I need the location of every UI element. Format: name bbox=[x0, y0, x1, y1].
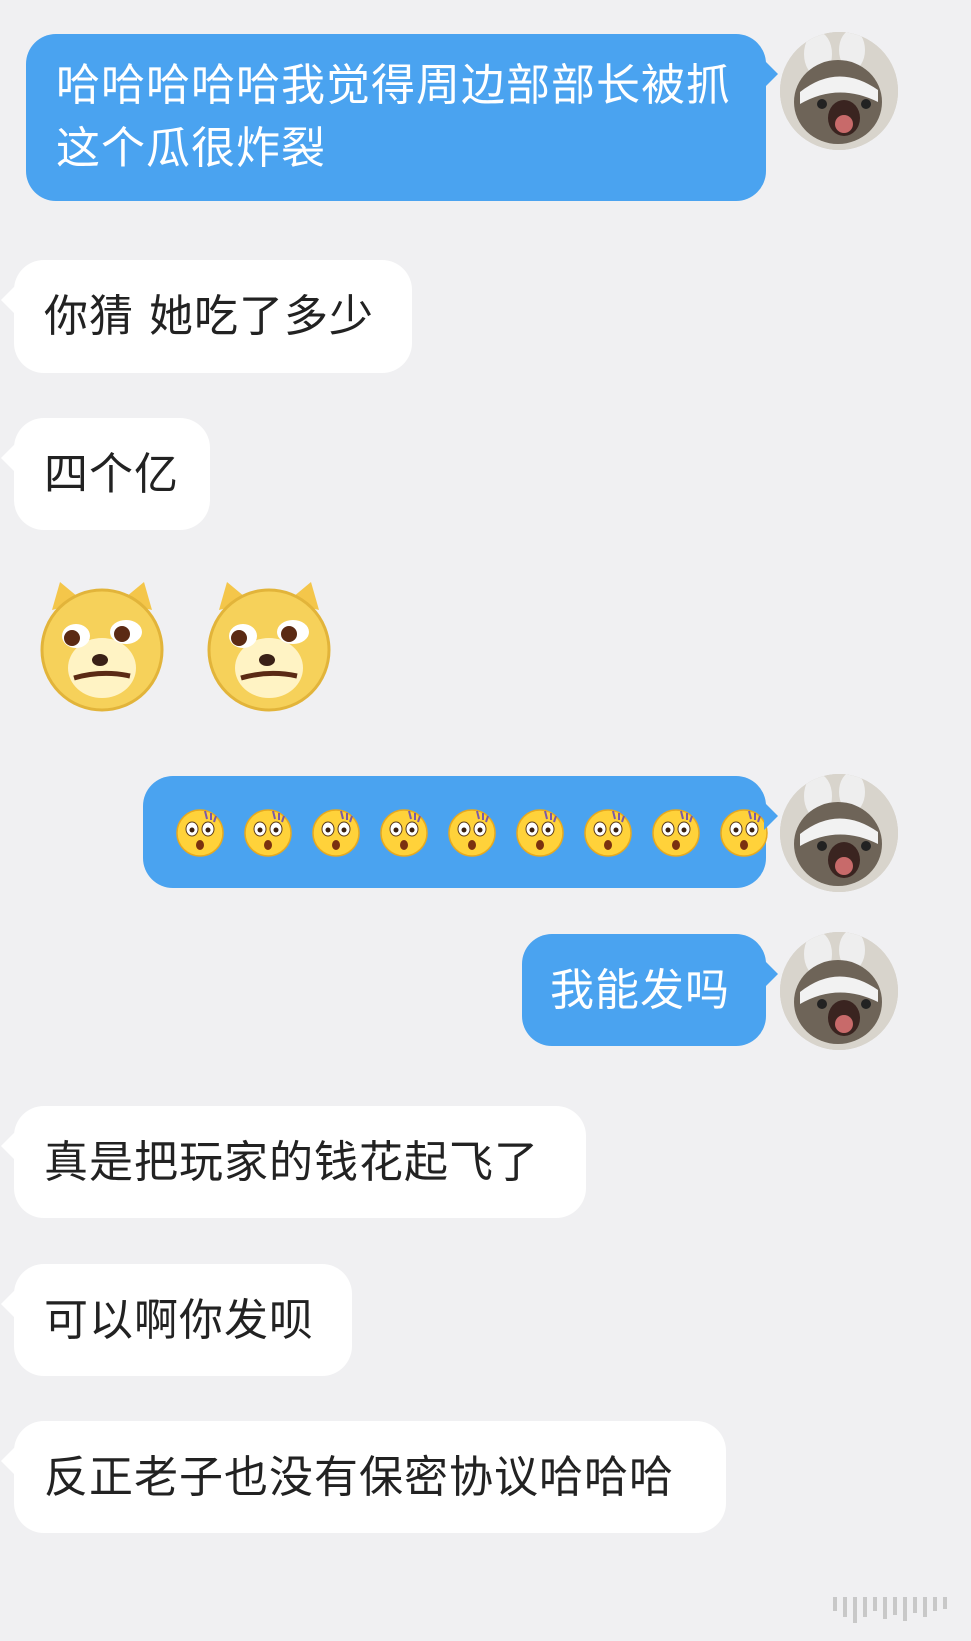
message-bubble-incoming[interactable]: 真是把玩家的钱花起飞了 bbox=[14, 1106, 586, 1218]
message-bubble-outgoing[interactable]: 哈哈哈哈哈我觉得周边部部长被抓这个瓜很炸裂 bbox=[26, 34, 766, 201]
message-bubble-incoming[interactable]: 反正老子也没有保密协议哈哈哈 bbox=[14, 1421, 726, 1533]
shocked-face-emoji-icon bbox=[448, 809, 496, 857]
shocked-face-emoji-icon bbox=[584, 809, 632, 857]
bubble-tail bbox=[1, 1290, 15, 1318]
emoji-row bbox=[175, 807, 769, 857]
doge-emoji-icon[interactable] bbox=[205, 580, 333, 712]
bubble-tail bbox=[764, 802, 778, 830]
shocked-face-emoji-icon bbox=[720, 809, 768, 857]
message-text: 可以啊你发呗 bbox=[44, 1295, 314, 1346]
shocked-face-emoji-icon bbox=[244, 809, 292, 857]
bubble-tail bbox=[764, 960, 778, 988]
message-text: 四个亿 bbox=[44, 449, 179, 500]
message-text: 真是把玩家的钱花起飞了 bbox=[44, 1137, 539, 1188]
message-bubble-outgoing[interactable] bbox=[143, 776, 769, 888]
cat-avatar-icon bbox=[780, 774, 898, 892]
bubble-tail bbox=[1, 444, 15, 472]
message-text: 反正老子也没有保密协议哈哈哈 bbox=[44, 1452, 674, 1503]
message-bubble-outgoing[interactable]: 我能发吗 bbox=[522, 934, 766, 1046]
message-text: 你猜 她吃了多少 bbox=[44, 291, 374, 342]
bubble-tail bbox=[1, 1447, 15, 1475]
cat-avatar-icon bbox=[780, 32, 898, 150]
shocked-face-emoji-icon bbox=[380, 809, 428, 857]
message-text: 我能发吗 bbox=[550, 965, 730, 1016]
doge-emoji-icon[interactable] bbox=[38, 580, 166, 712]
bubble-tail bbox=[1, 1132, 15, 1160]
shocked-face-emoji-icon bbox=[176, 809, 224, 857]
shocked-face-emoji-icon bbox=[652, 809, 700, 857]
avatar[interactable] bbox=[780, 32, 898, 150]
watermark bbox=[833, 1597, 947, 1623]
bubble-tail bbox=[1, 286, 15, 314]
message-bubble-incoming[interactable]: 你猜 她吃了多少 bbox=[14, 260, 412, 373]
avatar[interactable] bbox=[780, 932, 898, 1050]
message-bubble-incoming[interactable]: 可以啊你发呗 bbox=[14, 1264, 352, 1376]
shocked-face-emoji-icon bbox=[312, 809, 360, 857]
bubble-tail bbox=[764, 60, 778, 88]
shocked-face-emoji-icon bbox=[516, 809, 564, 857]
avatar[interactable] bbox=[780, 774, 898, 892]
cat-avatar-icon bbox=[780, 932, 898, 1050]
message-text: 哈哈哈哈哈我觉得周边部部长被抓这个瓜很炸裂 bbox=[56, 60, 731, 174]
message-bubble-incoming[interactable]: 四个亿 bbox=[14, 418, 210, 530]
